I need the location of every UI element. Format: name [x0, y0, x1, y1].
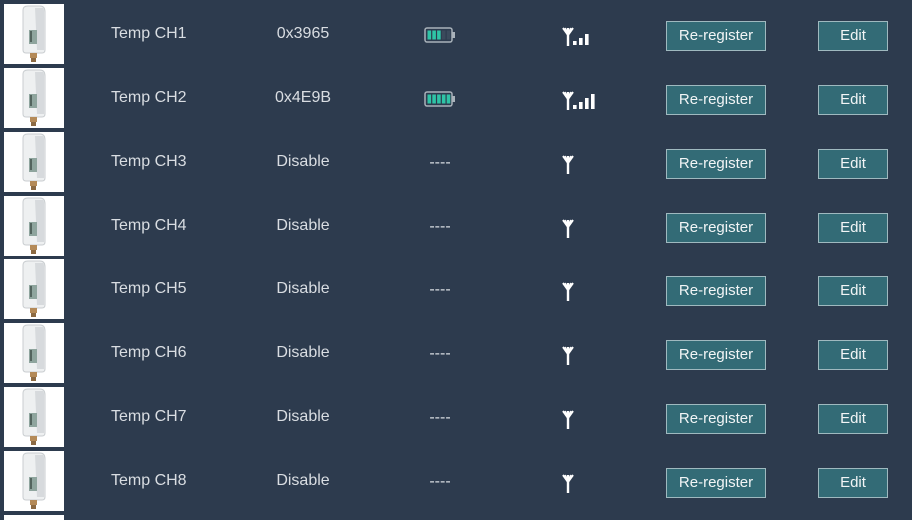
channel-address: 0x3965 — [276, 25, 330, 42]
edit-button[interactable]: Edit — [818, 276, 888, 306]
edit-button[interactable]: Edit — [818, 468, 888, 498]
channel-address: Disable — [276, 153, 330, 170]
sensor-device-icon — [4, 259, 64, 319]
channel-row: Temp CH6 Disable ---- Re-register Edit — [0, 323, 912, 383]
sensor-device-icon — [4, 132, 64, 192]
channel-address: Disable — [276, 472, 330, 489]
edit-button[interactable]: Edit — [818, 149, 888, 179]
sensor-device-icon — [4, 387, 64, 447]
channel-name: Temp CH2 — [111, 89, 187, 106]
re-register-button[interactable]: Re-register — [666, 149, 766, 179]
channel-address: 0x4E9B — [274, 89, 332, 106]
edit-button[interactable]: Edit — [818, 340, 888, 370]
edit-button[interactable]: Edit — [818, 404, 888, 434]
channel-row: Temp CH2 0x4E9B Re-register Edit — [0, 68, 912, 128]
signal-antenna-icon — [560, 471, 600, 495]
channel-row: Temp CH8 Disable ---- Re-register Edit — [0, 451, 912, 511]
channel-list: Temp CH1 0x3965 Re-register Edit Temp CH2 0x4… — [0, 0, 912, 520]
channel-name: Temp CH6 — [111, 344, 187, 361]
battery-status-empty: ---- — [429, 409, 451, 426]
battery-status-empty: ---- — [429, 281, 451, 298]
channel-name: Temp CH3 — [111, 153, 187, 170]
signal-antenna-icon — [560, 216, 600, 240]
sensor-device-icon — [4, 323, 64, 383]
channel-row: Temp CH5 Disable ---- Re-register Edit — [0, 259, 912, 319]
edit-button[interactable]: Edit — [818, 21, 888, 51]
re-register-button[interactable]: Re-register — [666, 85, 766, 115]
channel-name: Temp CH1 — [111, 25, 187, 42]
channel-address: Disable — [276, 280, 330, 297]
channel-row: Temp CH4 Disable ---- Re-register Edit — [0, 196, 912, 256]
re-register-button[interactable]: Re-register — [666, 468, 766, 498]
battery-status-empty: ---- — [429, 345, 451, 362]
signal-antenna-icon — [560, 279, 600, 303]
edit-button[interactable]: Edit — [818, 213, 888, 243]
re-register-button[interactable]: Re-register — [666, 21, 766, 51]
edit-button[interactable]: Edit — [818, 85, 888, 115]
channel-name: Temp CH8 — [111, 472, 187, 489]
sensor-device-icon — [4, 451, 64, 511]
battery-status-empty: ---- — [429, 154, 451, 171]
sensor-device-icon — [4, 4, 64, 64]
signal-antenna-icon — [560, 88, 600, 112]
sensor-device-icon — [4, 68, 64, 128]
channel-row: Temp CH7 Disable ---- Re-register Edit — [0, 387, 912, 447]
signal-antenna-icon — [560, 343, 600, 367]
channel-name: Temp CH7 — [111, 408, 187, 425]
battery-icon — [424, 90, 456, 108]
channel-row: Temp CH3 Disable ---- Re-register Edit — [0, 132, 912, 192]
sensor-device-icon — [4, 515, 64, 520]
re-register-button[interactable]: Re-register — [666, 213, 766, 243]
channel-row: Temp CH1 0x3965 Re-register Edit — [0, 4, 912, 64]
battery-status-empty: ---- — [429, 218, 451, 235]
signal-antenna-icon — [560, 152, 600, 176]
channel-address: Disable — [276, 217, 330, 234]
signal-antenna-icon — [560, 407, 600, 431]
channel-name: Temp CH4 — [111, 217, 187, 234]
re-register-button[interactable]: Re-register — [666, 404, 766, 434]
battery-status-empty: ---- — [429, 473, 451, 490]
sensor-device-icon — [4, 196, 64, 256]
signal-antenna-icon — [560, 24, 600, 48]
re-register-button[interactable]: Re-register — [666, 340, 766, 370]
re-register-button[interactable]: Re-register — [666, 276, 766, 306]
channel-address: Disable — [276, 344, 330, 361]
channel-address: Disable — [276, 408, 330, 425]
channel-name: Temp CH5 — [111, 280, 187, 297]
battery-icon — [424, 26, 456, 44]
